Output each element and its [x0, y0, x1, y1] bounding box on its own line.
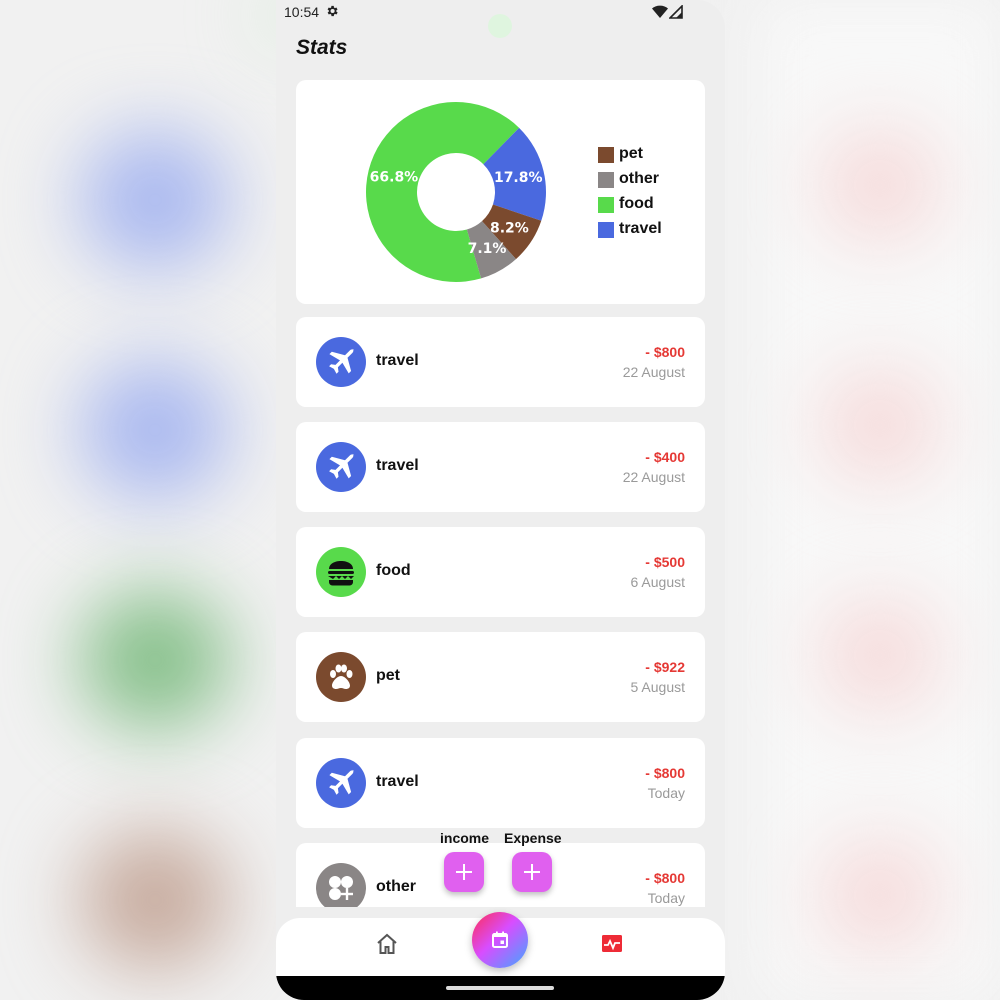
calendar-icon: [492, 931, 508, 948]
transaction-amount: - $800: [645, 344, 685, 360]
pie-label-food: 66.8%: [370, 169, 419, 185]
add-income-button[interactable]: [444, 852, 484, 892]
transaction-icon: [316, 442, 366, 492]
phone-screen: 10:54 Stats 66.8% 17.8% 8.2% 7.1% pet other: [276, 0, 725, 1000]
transaction-icon: [316, 758, 366, 808]
transaction-icon: [316, 337, 366, 387]
page-title: Stats: [296, 36, 348, 59]
legend-label: other: [619, 170, 659, 187]
transaction-date: Today: [647, 785, 685, 801]
legend-swatch: [598, 172, 614, 188]
legend-label: pet: [619, 145, 643, 162]
chart-card: 66.8% 17.8% 8.2% 7.1% pet other food travel: [296, 80, 705, 304]
legend-label: travel: [619, 220, 662, 237]
transaction-amount: - $800: [645, 765, 685, 781]
transaction-category: travel: [376, 352, 419, 369]
home-icon[interactable]: [374, 931, 400, 957]
stats-icon[interactable]: [601, 932, 623, 954]
airplane-icon: [329, 348, 355, 374]
legend-swatch: [598, 197, 614, 213]
transaction-item[interactable]: travel - $800 22 August: [296, 317, 705, 407]
background-blur: [820, 130, 940, 240]
transaction-date: Today: [647, 890, 685, 906]
background-blur: [820, 370, 940, 480]
paw-icon: [330, 664, 353, 689]
transaction-amount: - $800: [645, 870, 685, 886]
pie-label-other: 7.1%: [468, 241, 507, 257]
airplane-icon: [329, 769, 355, 795]
pie-label-pet: 8.2%: [490, 220, 529, 236]
expense-label: Expense: [504, 830, 562, 846]
legend-swatch: [598, 222, 614, 238]
background-blur: [820, 600, 940, 710]
transaction-category: travel: [376, 457, 419, 474]
transaction-category: travel: [376, 773, 419, 790]
transaction-category: other: [376, 878, 416, 895]
gesture-handle[interactable]: [446, 986, 554, 990]
legend-swatch: [598, 147, 614, 163]
transaction-category: pet: [376, 667, 400, 684]
pie-chart: 66.8% 17.8% 8.2% 7.1%: [366, 101, 546, 282]
background-blur: [820, 840, 940, 950]
transaction-icon: [316, 652, 366, 702]
transaction-icon: [316, 547, 366, 597]
plus-icon: [456, 864, 472, 880]
background-blur: [80, 830, 230, 970]
gesture-bar: [276, 976, 725, 1000]
legend-label: food: [619, 195, 654, 212]
background-blur: [80, 360, 230, 500]
category-add-icon: [329, 876, 353, 900]
transaction-amount: - $400: [645, 449, 685, 465]
transaction-item[interactable]: food - $500 6 August: [296, 527, 705, 617]
burger-icon: [328, 561, 354, 586]
airplane-icon: [329, 453, 355, 479]
transaction-date: 5 August: [630, 679, 686, 695]
transaction-date: 22 August: [622, 469, 685, 485]
add-expense-button[interactable]: [512, 852, 552, 892]
transaction-amount: - $500: [645, 554, 685, 570]
transaction-icon: [316, 863, 366, 907]
transaction-item[interactable]: pet - $922 5 August: [296, 632, 705, 722]
background-blur: [80, 130, 230, 270]
transaction-date: 6 August: [630, 574, 686, 590]
transaction-item[interactable]: travel - $400 22 August: [296, 422, 705, 512]
background-blur: [80, 590, 230, 730]
pie-label-travel: 17.8%: [494, 170, 543, 186]
transaction-date: 22 August: [622, 364, 685, 380]
scroll-area[interactable]: Stats 66.8% 17.8% 8.2% 7.1% pet other food: [276, 0, 725, 907]
transaction-item[interactable]: travel - $800 Today: [296, 738, 705, 828]
calendar-button[interactable]: [472, 912, 528, 968]
transaction-category: food: [376, 562, 411, 579]
transaction-item[interactable]: other - $800 Today: [296, 843, 705, 907]
income-label: income: [440, 830, 490, 846]
plus-icon: [524, 864, 540, 880]
transaction-amount: - $922: [645, 659, 685, 675]
